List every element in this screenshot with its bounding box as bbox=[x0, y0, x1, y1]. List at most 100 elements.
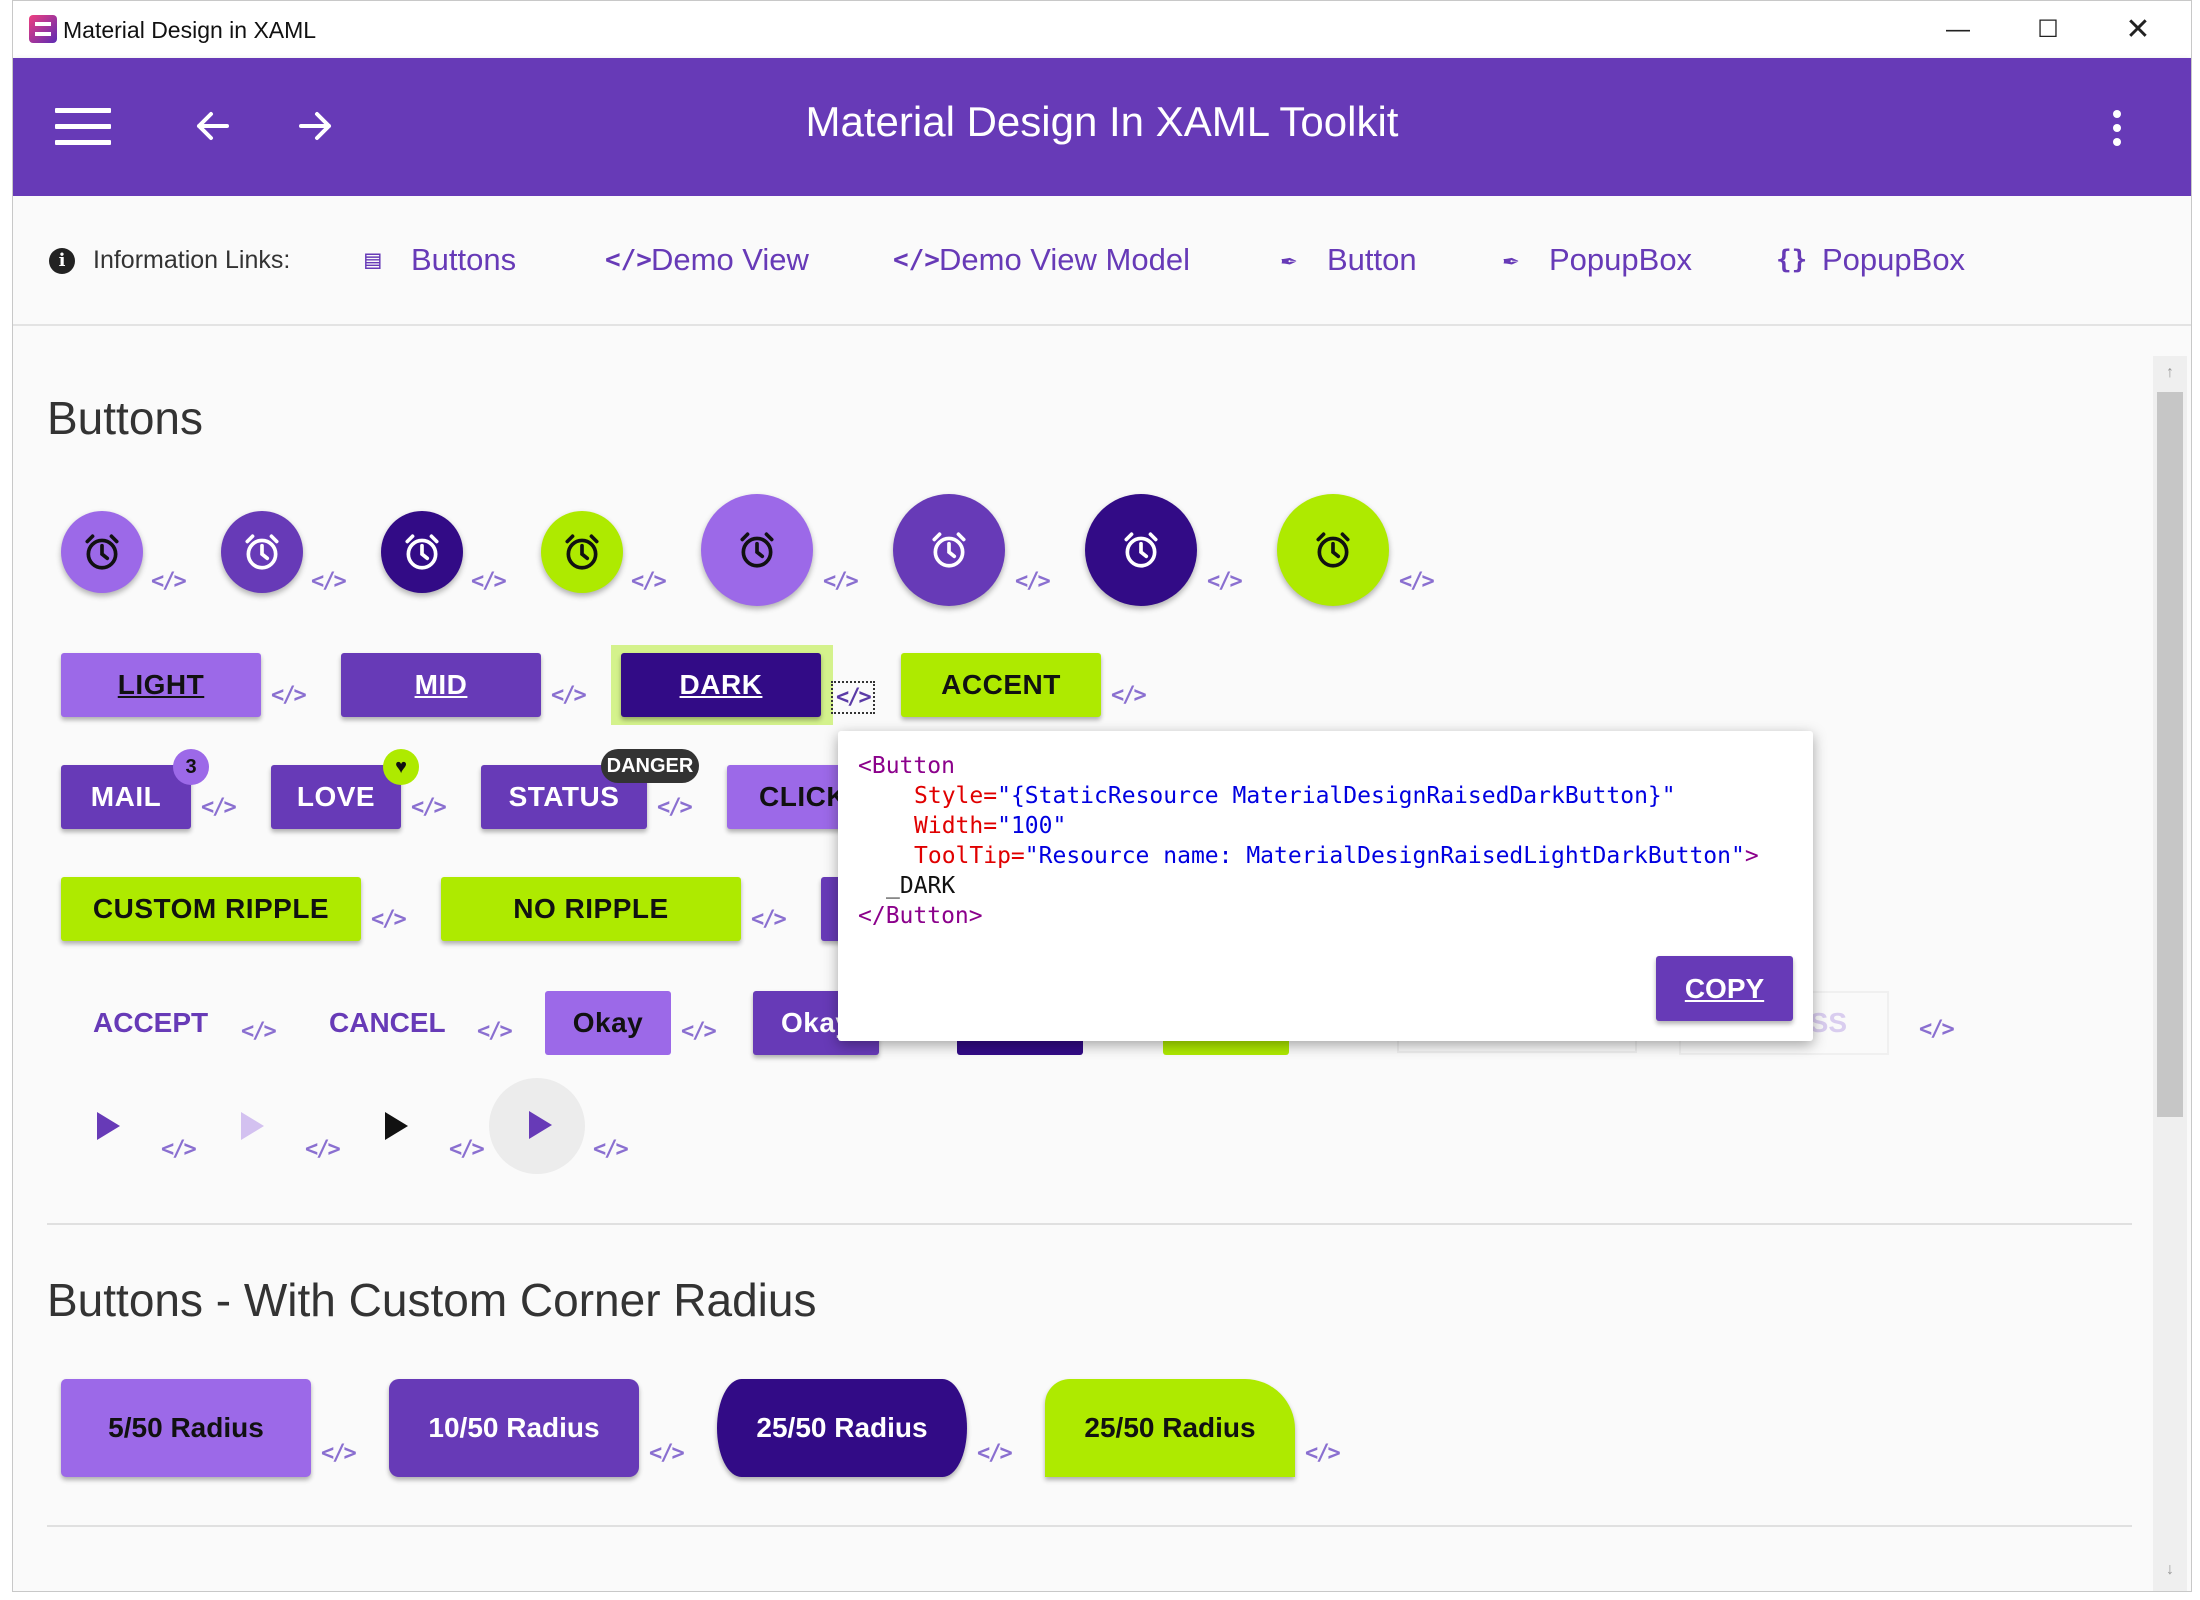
section-title-buttons: Buttons bbox=[47, 392, 203, 444]
code-snippet-icon[interactable]: </> bbox=[311, 569, 347, 594]
alarm-icon bbox=[1120, 529, 1162, 571]
more-vert-icon[interactable] bbox=[2113, 110, 2123, 146]
cancel-button[interactable]: CANCEL bbox=[329, 1007, 446, 1039]
play-icon[interactable] bbox=[381, 1109, 411, 1143]
radius-10-button[interactable]: 10/50 Radius bbox=[389, 1379, 639, 1477]
app-logo-icon bbox=[29, 15, 57, 43]
love-button[interactable]: LOVE bbox=[271, 765, 401, 829]
close-icon[interactable]: ✕ bbox=[2113, 11, 2163, 49]
scroll-down-icon[interactable]: ↓ bbox=[2161, 1561, 2179, 1579]
fab-large-accent[interactable] bbox=[1277, 494, 1389, 606]
code-popup: <Button Style="{StaticResource MaterialD… bbox=[838, 731, 1813, 1041]
fab-light[interactable] bbox=[61, 511, 143, 593]
fab-large-light[interactable] bbox=[701, 494, 813, 606]
code-line: Width="100" bbox=[914, 813, 1067, 839]
alarm-icon bbox=[736, 529, 778, 571]
link-popupbox-style[interactable]: ✒ PopupBox bbox=[1503, 242, 1692, 278]
alarm-icon bbox=[241, 531, 283, 573]
brush-icon: ✒ bbox=[1281, 245, 1297, 275]
code-snippet-icon[interactable]: </> bbox=[241, 1019, 277, 1044]
code-snippet-icon-active[interactable]: </> bbox=[831, 681, 875, 714]
mail-count-badge: 3 bbox=[173, 749, 209, 785]
okay-light-button[interactable]: Okay bbox=[545, 991, 671, 1055]
play-icon[interactable] bbox=[93, 1109, 123, 1143]
code-snippet-icon[interactable]: </> bbox=[977, 1441, 1013, 1466]
maximize-icon[interactable]: ☐ bbox=[2023, 11, 2073, 49]
vertical-scrollbar[interactable]: ↑ ↓ bbox=[2153, 356, 2187, 1591]
mail-button[interactable]: MAIL bbox=[61, 765, 191, 829]
code-icon: </> bbox=[605, 245, 652, 275]
section-divider bbox=[47, 1525, 2132, 1527]
fab-large-mid[interactable] bbox=[893, 494, 1005, 606]
code-snippet-icon[interactable]: </> bbox=[751, 907, 787, 932]
fab-accent[interactable] bbox=[541, 511, 623, 593]
link-button-style[interactable]: ✒ Button bbox=[1281, 242, 1417, 278]
alarm-icon bbox=[561, 531, 603, 573]
code-snippet-icon[interactable]: </> bbox=[1305, 1441, 1341, 1466]
code-snippet-icon[interactable]: </> bbox=[823, 569, 859, 594]
scrollbar-thumb[interactable] bbox=[2157, 392, 2183, 1117]
code-snippet-icon[interactable]: </> bbox=[161, 1137, 197, 1162]
link-buttons[interactable]: ▤ Buttons bbox=[365, 242, 516, 278]
custom-ripple-button[interactable]: CUSTOM RIPPLE bbox=[61, 877, 361, 941]
radius-25-accent-button[interactable]: 25/50 Radius bbox=[1045, 1379, 1295, 1477]
code-snippet-icon[interactable]: </> bbox=[1015, 569, 1051, 594]
link-demo-view-model[interactable]: </>Demo View Model bbox=[893, 242, 1190, 278]
mid-button[interactable]: MID bbox=[341, 653, 541, 717]
code-line: ToolTip="Resource name: MaterialDesignRa… bbox=[914, 843, 1759, 869]
no-ripple-button[interactable]: NO RIPPLE bbox=[441, 877, 741, 941]
code-snippet-icon[interactable]: </> bbox=[551, 683, 587, 708]
brush-icon: ✒ bbox=[1503, 245, 1519, 275]
code-snippet-icon[interactable]: </> bbox=[681, 1019, 717, 1044]
code-line: Style="{StaticResource MaterialDesignRai… bbox=[914, 783, 1676, 809]
code-snippet-icon[interactable]: </> bbox=[1919, 1017, 1955, 1042]
section-divider bbox=[47, 1223, 2132, 1225]
code-snippet-icon[interactable]: </> bbox=[1111, 683, 1147, 708]
alarm-icon bbox=[401, 531, 443, 573]
copy-button[interactable]: COPY bbox=[1656, 956, 1793, 1021]
danger-badge: DANGER bbox=[601, 749, 699, 783]
code-snippet-icon[interactable]: </> bbox=[411, 795, 447, 820]
code-snippet-icon[interactable]: </> bbox=[151, 569, 187, 594]
code-snippet-icon[interactable]: </> bbox=[371, 907, 407, 932]
code-line: _DARK bbox=[886, 873, 956, 899]
section-title-radius: Buttons - With Custom Corner Radius bbox=[47, 1274, 817, 1326]
code-snippet-icon[interactable]: </> bbox=[271, 683, 307, 708]
play-icon-button[interactable] bbox=[489, 1078, 585, 1174]
code-snippet-icon[interactable]: </> bbox=[449, 1137, 485, 1162]
info-links-label: Information Links: bbox=[93, 246, 291, 274]
code-snippet-icon[interactable]: </> bbox=[593, 1137, 629, 1162]
code-snippet-icon[interactable]: </> bbox=[477, 1019, 513, 1044]
alarm-icon bbox=[928, 529, 970, 571]
accept-button[interactable]: ACCEPT bbox=[93, 1007, 208, 1039]
code-snippet-icon[interactable]: </> bbox=[649, 1441, 685, 1466]
dark-button[interactable]: DARK bbox=[621, 653, 821, 717]
link-popupbox-source[interactable]: {} PopupBox bbox=[1776, 242, 1965, 278]
fab-large-dark[interactable] bbox=[1085, 494, 1197, 606]
code-snippet-icon[interactable]: </> bbox=[657, 795, 693, 820]
scroll-up-icon[interactable]: ↑ bbox=[2161, 364, 2179, 382]
accent-button[interactable]: ACCENT bbox=[901, 653, 1101, 717]
minimize-icon[interactable]: — bbox=[1933, 11, 1983, 49]
radius-25-dark-button[interactable]: 25/50 Radius bbox=[717, 1379, 967, 1477]
app-bar: Material Design In XAML Toolkit bbox=[13, 58, 2191, 196]
book-icon: ▤ bbox=[365, 245, 381, 275]
code-line: <Button bbox=[858, 753, 955, 779]
code-snippet-icon[interactable]: </> bbox=[631, 569, 667, 594]
radius-5-button[interactable]: 5/50 Radius bbox=[61, 1379, 311, 1477]
code-snippet-icon[interactable]: </> bbox=[1399, 569, 1435, 594]
code-snippet-icon[interactable]: </> bbox=[1207, 569, 1243, 594]
fab-mid[interactable] bbox=[221, 511, 303, 593]
code-snippet-icon[interactable]: </> bbox=[321, 1441, 357, 1466]
info-icon: i bbox=[49, 248, 75, 274]
heart-icon: ♥ bbox=[383, 749, 419, 785]
play-icon[interactable] bbox=[237, 1109, 267, 1143]
code-snippet-icon[interactable]: </> bbox=[471, 569, 507, 594]
fab-dark[interactable] bbox=[381, 511, 463, 593]
link-demo-view[interactable]: </>Demo View bbox=[605, 242, 809, 278]
light-button[interactable]: LIGHT bbox=[61, 653, 261, 717]
code-snippet-icon[interactable]: </> bbox=[201, 795, 237, 820]
click-button[interactable]: CLICK bbox=[727, 765, 847, 829]
alarm-icon bbox=[81, 531, 123, 573]
code-snippet-icon[interactable]: </> bbox=[305, 1137, 341, 1162]
